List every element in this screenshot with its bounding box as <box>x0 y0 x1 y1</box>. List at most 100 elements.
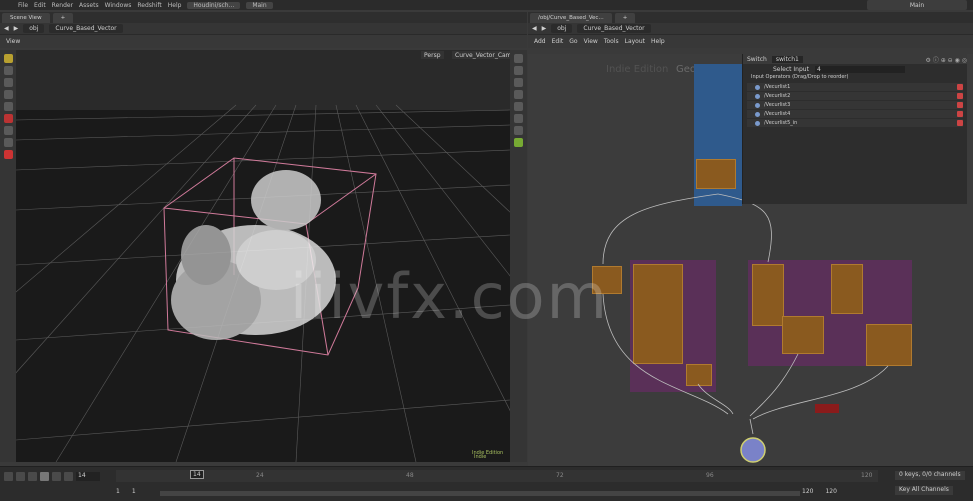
desktop-select[interactable]: Main <box>867 0 967 10</box>
visualizer-icon[interactable] <box>514 138 523 147</box>
add-network-tab-button[interactable]: + <box>614 12 636 23</box>
step-forward-icon[interactable] <box>52 472 61 481</box>
input-path: /Vecurlist1 <box>764 84 791 90</box>
dot-icon <box>755 93 760 99</box>
select-input-field[interactable]: 4 <box>814 65 905 73</box>
jump-end-icon[interactable] <box>64 472 73 481</box>
menu-bar: File Edit Render Assets Windows Redshift… <box>0 0 973 10</box>
select-input-label: Select Input <box>773 65 809 73</box>
ruler-mark: 72 <box>556 472 564 479</box>
input-operator-row[interactable]: /Vecurlist1 <box>747 83 963 91</box>
current-frame-field[interactable]: 14 <box>76 472 100 481</box>
menu-redshift[interactable]: Redshift <box>137 2 161 9</box>
ghost-icon[interactable] <box>514 126 523 135</box>
net-menu-help[interactable]: Help <box>651 38 665 45</box>
magnet-icon[interactable] <box>3 150 13 159</box>
select-tool-icon[interactable] <box>3 54 13 63</box>
remove-icon[interactable] <box>957 93 963 99</box>
menu-windows[interactable]: Windows <box>105 2 132 9</box>
left-tool-shelf <box>0 50 16 462</box>
range-slider[interactable] <box>160 491 800 496</box>
path-root[interactable]: obj <box>23 24 45 33</box>
net-menu-tools[interactable]: Tools <box>604 38 619 45</box>
camera-menu[interactable]: Curve_Vector_Cam <box>452 51 510 59</box>
persp-menu[interactable]: Persp <box>421 51 444 59</box>
stop-icon[interactable] <box>28 472 37 481</box>
menu-assets[interactable]: Assets <box>79 2 99 9</box>
menu-edit[interactable]: Edit <box>34 2 46 9</box>
time-ruler[interactable]: 14 24 48 72 96 120 <box>116 470 878 482</box>
background-icon[interactable] <box>514 114 523 123</box>
menu-help[interactable]: Help <box>168 2 182 9</box>
desktop-tab-2[interactable]: Main <box>246 1 273 9</box>
net-menu-go[interactable]: Go <box>569 38 577 45</box>
net-menu-add[interactable]: Add <box>534 38 546 45</box>
time-cursor[interactable]: 14 <box>190 470 204 479</box>
ruler-mark: 96 <box>706 472 714 479</box>
view-label: View <box>6 38 21 45</box>
timeline: 14 14 24 48 72 96 120 1 1 120 120 0 keys… <box>0 466 973 501</box>
range-start-2[interactable]: 1 <box>132 488 136 495</box>
remove-icon[interactable] <box>957 120 963 126</box>
net-menu-edit[interactable]: Edit <box>552 38 564 45</box>
jump-start-icon[interactable] <box>4 472 13 481</box>
rotate-tool-icon[interactable] <box>3 78 13 87</box>
add-tab-button[interactable]: + <box>52 12 74 23</box>
param-node-name[interactable]: switch1 <box>771 55 803 63</box>
grid-icon[interactable] <box>514 102 523 111</box>
display-option-icon[interactable] <box>514 54 523 63</box>
input-operator-row[interactable]: /Vecurlist3 <box>747 101 963 109</box>
forward-icon[interactable]: ▶ <box>542 25 547 32</box>
snap-tool-icon[interactable] <box>3 138 13 147</box>
net-menu-view[interactable]: View <box>584 38 598 45</box>
shaded-icon[interactable] <box>514 78 523 87</box>
param-toolbar-icons[interactable]: ⚙ ⓘ ⊕ ⊖ ◉ ◎ <box>926 55 967 64</box>
tab-network[interactable]: /obj/Curve_Based_Vec... <box>530 12 612 23</box>
play-icon[interactable] <box>40 472 49 481</box>
input-operator-row[interactable]: /Vecurlist4 <box>747 110 963 118</box>
remove-icon[interactable] <box>957 102 963 108</box>
key-all-channels-button[interactable]: Key All Channels <box>895 486 953 495</box>
param-node-type: Switch <box>747 55 767 63</box>
back-icon[interactable]: ◀ <box>4 25 9 32</box>
net-path-root[interactable]: obj <box>551 24 573 33</box>
back-icon[interactable]: ◀ <box>532 25 537 32</box>
step-back-icon[interactable] <box>16 472 25 481</box>
menu-render[interactable]: Render <box>52 2 73 9</box>
edition-label: Indie Edition <box>472 450 504 456</box>
forward-icon[interactable]: ▶ <box>14 25 19 32</box>
watermark: iiivfx.com <box>290 260 610 333</box>
viewport-scene: Indie <box>16 50 510 462</box>
right-display-shelf <box>510 50 527 462</box>
input-path: /Vecurlist4 <box>764 111 791 117</box>
move-tool-icon[interactable] <box>3 66 13 75</box>
range-controls: 1 1 <box>116 488 136 495</box>
range-start[interactable]: 1 <box>116 488 120 495</box>
input-path: /Vecurlist2 <box>764 93 791 99</box>
handle-tool-icon[interactable] <box>3 102 13 111</box>
menu-file[interactable]: File <box>18 2 28 9</box>
net-menu-layout[interactable]: Layout <box>625 38 645 45</box>
input-path: /Vecurlist3 <box>764 102 791 108</box>
desktop-tab-1[interactable]: Houdini/sch... <box>187 1 241 9</box>
scale-tool-icon[interactable] <box>3 90 13 99</box>
right-path-bar: ◀ ▶ obj Curve_Based_Vector <box>528 23 973 35</box>
playback-controls: 14 <box>4 472 100 481</box>
input-operator-row[interactable]: /Vecurlist2 <box>747 92 963 100</box>
ruler-mark: 120 <box>861 472 873 479</box>
pose-tool-icon[interactable] <box>3 114 13 123</box>
tab-scene-view[interactable]: Scene View <box>2 12 50 23</box>
net-path-node[interactable]: Curve_Based_Vector <box>577 24 651 33</box>
wireframe-icon[interactable] <box>514 66 523 75</box>
dot-icon <box>755 102 760 108</box>
remove-icon[interactable] <box>957 111 963 117</box>
desktop-select-label: Main <box>909 1 925 9</box>
remove-icon[interactable] <box>957 84 963 90</box>
path-node[interactable]: Curve_Based_Vector <box>49 24 123 33</box>
range-end-2[interactable]: 120 <box>825 488 836 495</box>
range-end[interactable]: 120 <box>802 488 813 495</box>
camera-tool-icon[interactable] <box>3 126 13 135</box>
input-operator-row[interactable]: /Vecurlist5_in <box>747 119 963 127</box>
lighting-icon[interactable] <box>514 90 523 99</box>
3d-viewport[interactable]: Indie Persp Curve_Vector_Cam Indie Editi… <box>16 50 510 462</box>
